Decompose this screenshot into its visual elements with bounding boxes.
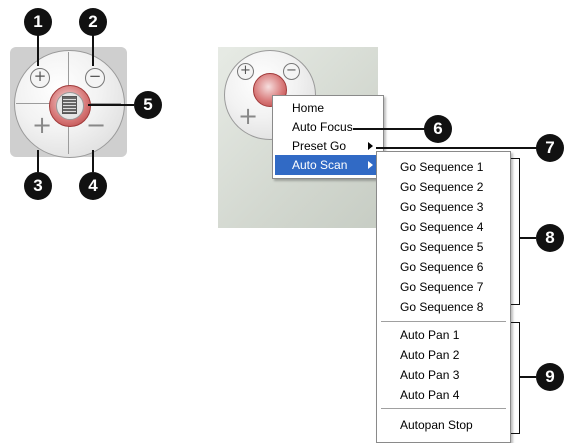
context-menu: Home Auto Focus Preset Go Auto Scan: [272, 95, 384, 179]
menu-item-label: Auto Focus: [292, 120, 353, 134]
callout-line-9: [520, 376, 536, 378]
callout-4: 4: [79, 172, 107, 200]
submenu-item-go-sequence-4[interactable]: Go Sequence 4: [379, 217, 508, 237]
submenu-item-go-sequence-7[interactable]: Go Sequence 7: [379, 277, 508, 297]
submenu-item-go-sequence-3[interactable]: Go Sequence 3: [379, 197, 508, 217]
callout-line-4: [92, 150, 94, 172]
submenu-arrow-icon: [368, 161, 373, 169]
callout-3: 3: [24, 172, 52, 200]
zoom-out-icon[interactable]: −: [85, 68, 105, 88]
menu-separator: [381, 408, 506, 409]
menu-item-label: Preset Go: [292, 139, 347, 153]
callout-5: 5: [134, 91, 162, 119]
focus-far-icon[interactable]: −: [86, 113, 106, 137]
menu-item-label: Auto Scan: [292, 158, 348, 172]
submenu-item-go-sequence-2[interactable]: Go Sequence 2: [379, 177, 508, 197]
submenu-item-auto-pan-4[interactable]: Auto Pan 4: [379, 385, 508, 405]
submenu-item-auto-pan-2[interactable]: Auto Pan 2: [379, 345, 508, 365]
callout-line-7: [376, 147, 537, 149]
callout-7: 7: [536, 134, 564, 162]
submenu-item-go-sequence-6[interactable]: Go Sequence 6: [379, 257, 508, 277]
callout-8: 8: [536, 224, 564, 252]
callout-line-6: [353, 128, 425, 130]
submenu-item-auto-pan-1[interactable]: Auto Pan 1: [379, 325, 508, 345]
callout-9: 9: [536, 363, 564, 391]
auto-scan-submenu: Go Sequence 1 Go Sequence 2 Go Sequence …: [376, 151, 511, 443]
menu-item-home[interactable]: Home: [275, 98, 381, 118]
submenu-item-go-sequence-1[interactable]: Go Sequence 1: [379, 157, 508, 177]
menu-item-auto-scan[interactable]: Auto Scan: [275, 155, 381, 175]
callout-line-3: [37, 150, 39, 172]
zoom-in-icon-small[interactable]: +: [237, 63, 254, 80]
submenu-item-go-sequence-8[interactable]: Go Sequence 8: [379, 297, 508, 317]
focus-near-icon-small[interactable]: +: [238, 104, 258, 128]
callout-line-2: [92, 34, 94, 66]
submenu-item-autopan-stop[interactable]: Autopan Stop: [379, 415, 508, 435]
menu-separator: [381, 321, 506, 322]
menu-item-preset-go[interactable]: Preset Go: [275, 136, 381, 156]
focus-near-icon[interactable]: +: [32, 113, 52, 137]
callout-2: 2: [79, 8, 107, 36]
menu-icon: [62, 96, 77, 114]
submenu-item-auto-pan-3[interactable]: Auto Pan 3: [379, 365, 508, 385]
callout-line-1: [37, 34, 39, 66]
callout-6: 6: [424, 115, 452, 143]
submenu-item-go-sequence-5[interactable]: Go Sequence 5: [379, 237, 508, 257]
sequence-bracket: [511, 158, 520, 305]
menu-item-auto-focus[interactable]: Auto Focus: [275, 117, 381, 137]
zoom-in-icon[interactable]: +: [30, 68, 50, 88]
callout-line-5: [88, 104, 134, 106]
callout-1: 1: [24, 8, 52, 36]
submenu-arrow-icon: [368, 142, 373, 150]
autopan-bracket: [511, 322, 520, 434]
menu-item-label: Home: [292, 101, 325, 115]
zoom-out-icon-small[interactable]: −: [283, 63, 300, 80]
callout-line-8: [520, 237, 536, 239]
